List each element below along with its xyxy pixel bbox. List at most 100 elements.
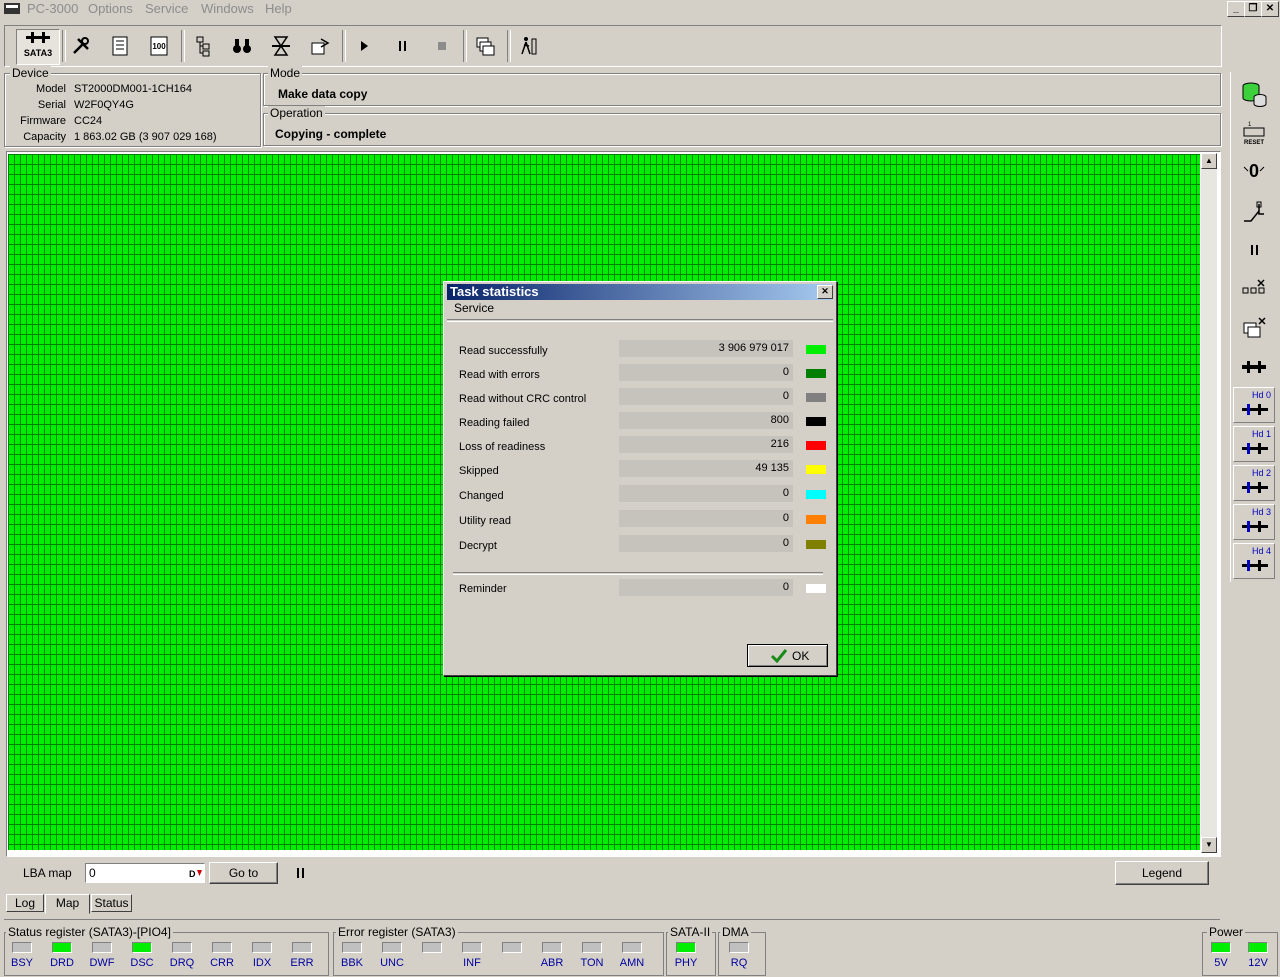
- connector-button[interactable]: [1236, 350, 1272, 384]
- connector-icon: [1242, 361, 1266, 373]
- tab-log[interactable]: Log: [6, 894, 44, 912]
- stat-color-swatch: [806, 490, 826, 499]
- legend-button[interactable]: Legend: [1115, 861, 1209, 885]
- hd2-button[interactable]: Hd 2: [1233, 465, 1275, 501]
- goto-button[interactable]: Go to: [209, 862, 278, 884]
- map-scrollbar[interactable]: ▲ ▼: [1201, 153, 1217, 853]
- model-value: ST2000DM001-1CH164: [74, 83, 193, 95]
- zero-button[interactable]: 0: [1236, 155, 1272, 189]
- pause-button[interactable]: [387, 30, 419, 62]
- stat-value: 0: [619, 535, 793, 552]
- tree-button[interactable]: [187, 30, 219, 62]
- svg-text:0: 0: [1249, 161, 1259, 181]
- sata3-button[interactable]: SATA3: [16, 29, 60, 65]
- operation-value: Copying - complete: [275, 127, 387, 141]
- toolbar-separator: [507, 30, 511, 62]
- led-label: RQ: [730, 957, 748, 969]
- menu-service[interactable]: Service: [145, 1, 188, 16]
- id-button[interactable]: [104, 30, 136, 62]
- stat-value: 0: [619, 510, 793, 527]
- led-indicator: [729, 942, 749, 953]
- exit-icon: [521, 37, 537, 55]
- serial-label: Serial: [37, 99, 66, 111]
- tab-status[interactable]: Status: [91, 894, 132, 912]
- reset-button[interactable]: RESET 1: [1236, 116, 1272, 150]
- stat-color-swatch: [806, 465, 826, 474]
- led-indicator: [462, 942, 482, 953]
- windows-button[interactable]: [469, 30, 501, 62]
- database-button[interactable]: [1236, 76, 1272, 110]
- led-label: PHY: [674, 957, 698, 969]
- led-label: 5V: [1214, 957, 1228, 969]
- ok-button[interactable]: OK: [747, 644, 828, 667]
- hd-connector-icon: [1242, 521, 1268, 532]
- checkmark-icon: [770, 649, 788, 664]
- hd0-button[interactable]: Hd 0: [1233, 387, 1275, 423]
- hourglass-button[interactable]: [265, 30, 297, 62]
- serial-value: W2F0QY4G: [74, 99, 134, 111]
- export-button[interactable]: [304, 30, 336, 62]
- menu-options[interactable]: Options: [88, 1, 133, 16]
- led-label: DRQ: [169, 957, 195, 969]
- reset-icon: RESET 1: [1243, 122, 1265, 146]
- tools-button[interactable]: [65, 30, 97, 62]
- restore-button[interactable]: ❐: [1244, 1, 1262, 17]
- hd3-button[interactable]: Hd 3: [1233, 504, 1275, 540]
- hd3-label: Hd 3: [1252, 507, 1272, 517]
- reminder-divider: [453, 572, 823, 575]
- id-card-icon: [112, 36, 128, 56]
- capacity-value: 1 863.02 GB (3 907 029 168): [74, 131, 217, 143]
- stat-label: Skipped: [459, 465, 499, 477]
- sata-connector-icon: [26, 32, 50, 43]
- hd1-button[interactable]: Hd 1: [1233, 426, 1275, 462]
- stat-value: 0: [619, 388, 793, 405]
- menu-help[interactable]: Help: [265, 1, 292, 16]
- stat-label: Read without CRC control: [459, 393, 587, 405]
- windows-close-button[interactable]: [1236, 311, 1272, 345]
- map-pause-icon[interactable]: [295, 866, 307, 880]
- lba-dropdown-icon[interactable]: D: [189, 867, 203, 879]
- side-pause-button[interactable]: [1236, 233, 1272, 267]
- power-switch-button[interactable]: [1236, 194, 1272, 228]
- dialog-titlebar[interactable]: Task statistics ✕: [447, 284, 833, 300]
- stat-value: 0: [619, 485, 793, 502]
- minimize-button[interactable]: _: [1227, 1, 1245, 17]
- binoculars-icon: [233, 39, 251, 53]
- mode-group: [263, 73, 1221, 106]
- led-indicator: [12, 942, 32, 953]
- search-button[interactable]: [226, 30, 258, 62]
- scroll-down-button[interactable]: ▼: [1201, 837, 1217, 853]
- led-label: AMN: [619, 957, 645, 969]
- close-button[interactable]: ✕: [1261, 1, 1279, 17]
- dialog-divider: [447, 319, 833, 322]
- dialog-subtitle: Service: [454, 301, 495, 315]
- windows-icon: [476, 37, 495, 56]
- database-icon: [1242, 82, 1267, 107]
- hd4-button[interactable]: Hd 4: [1233, 543, 1275, 579]
- lba-input[interactable]: 0 D: [85, 863, 205, 883]
- led-indicator: [622, 942, 642, 953]
- menu-windows[interactable]: Windows: [201, 1, 254, 16]
- stat-color-swatch: [806, 369, 826, 378]
- dialog-close-button[interactable]: ✕: [817, 285, 833, 299]
- sata3-label: SATA3: [23, 48, 53, 58]
- play-button[interactable]: [348, 30, 380, 62]
- tab-map[interactable]: Map: [45, 894, 90, 914]
- device-group-label: Device: [10, 66, 51, 80]
- mode-value: Make data copy: [278, 87, 368, 101]
- stat-value: 3 906 979 017: [619, 340, 793, 357]
- stat-label: Loss of readiness: [459, 441, 546, 453]
- hd-connector-icon: [1242, 560, 1268, 571]
- test-button[interactable]: 100: [143, 30, 175, 62]
- stat-value: 0: [619, 364, 793, 381]
- toolbar-separator: [181, 30, 185, 62]
- scroll-up-button[interactable]: ▲: [1201, 153, 1217, 169]
- led-indicator: [52, 942, 72, 953]
- hd-connector-icon: [1242, 482, 1268, 493]
- play-icon: [361, 41, 368, 51]
- led-indicator: [132, 942, 152, 953]
- stop-button[interactable]: [426, 30, 458, 62]
- exit-button[interactable]: [513, 30, 545, 62]
- dma-off-button[interactable]: [1236, 272, 1272, 306]
- stat-color-swatch: [806, 417, 826, 426]
